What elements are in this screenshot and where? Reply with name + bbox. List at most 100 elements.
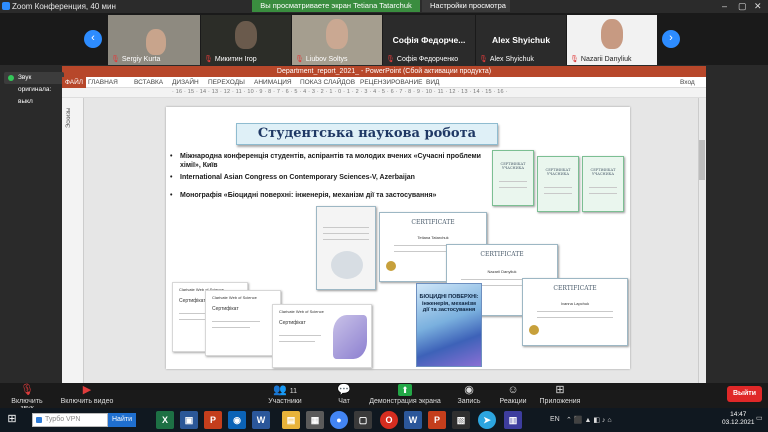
view-options-label: Настройки просмотра — [430, 1, 506, 10]
participant-tile-6[interactable]: 🎙 Nazarii Danyliuk — [567, 15, 657, 65]
excel-icon[interactable]: X — [156, 411, 174, 429]
tray-icons[interactable]: ⌃ ⬛ ▲ ◧ ♪ ⌂ — [566, 416, 612, 424]
powerpoint-icon[interactable]: P — [204, 411, 222, 429]
seal-icon — [386, 261, 396, 271]
taskbar-clock[interactable]: 14:47 03.12.2021 — [722, 411, 755, 427]
share-screen-icon: ⬆ — [398, 384, 412, 396]
participant-tile-5[interactable]: Alex Shyichuk 🎙 Alex Shyichuk — [476, 15, 566, 65]
participant-video — [601, 19, 623, 49]
emblem-icon — [331, 251, 363, 279]
original-sound-notice[interactable]: Звук оригинала: выкл — [4, 72, 64, 105]
participant-name: Alex Shyichuk — [489, 56, 534, 63]
reactions-button[interactable]: ☺ Реакции — [494, 384, 532, 405]
participants-count: 11 — [289, 388, 298, 395]
participant-name: Софія Федорченко — [396, 56, 459, 63]
participant-video — [326, 19, 348, 49]
horizontal-ruler: · 16 · 15 · 14 · 13 · 12 · 11 · 10 · 9 ·… — [62, 88, 706, 98]
taskbar-search-input[interactable]: Турбо VPN — [32, 413, 108, 427]
tab-design[interactable]: ДИЗАЙН — [172, 79, 199, 86]
certificate-name: Ivanna Lapchuk — [560, 301, 590, 306]
participant-display-name: Alex Shyichuk — [491, 35, 551, 45]
participant-tile-4[interactable]: Софія Федорче... 🎙 Софія Федорченко — [383, 15, 475, 65]
chrome-icon[interactable]: ● — [330, 411, 348, 429]
ribbon-tabs: ФАЙЛ ГЛАВНАЯ ВСТАВКА ДИЗАЙН ПЕРЕХОДЫ АНИ… — [62, 77, 706, 88]
leave-button[interactable]: Выйти — [727, 386, 762, 402]
sharing-banner: Вы просматриваете экран Tetiana Tatarchu… — [252, 0, 420, 12]
tab-file[interactable]: ФАЙЛ — [62, 77, 87, 88]
participant-tile-1[interactable]: 🎙 Sergiy Kurta — [108, 15, 200, 65]
maximize-icon[interactable]: ▢ — [738, 1, 747, 12]
record-button[interactable]: ◉ Запись — [452, 384, 486, 405]
monograph-cover: БІОЦИДНІ ПОВЕРХНІ: інженерія, механізм д… — [416, 283, 482, 367]
reactions-icon: ☺ — [507, 384, 519, 396]
certificate-name: Tetiana Tatarchuk — [417, 235, 449, 240]
close-icon[interactable]: ✕ — [754, 1, 762, 12]
tab-transitions[interactable]: ПЕРЕХОДЫ — [208, 79, 245, 86]
login-link[interactable]: Вход — [680, 79, 695, 86]
strip-prev-button[interactable]: ‹ — [84, 30, 102, 48]
windows-start-icon[interactable]: ⊞ — [4, 412, 20, 428]
bullet-text: Міжнародна конференція студентів, аспіра… — [180, 153, 481, 169]
share-screen-button[interactable]: ⬆ Демонстрация экрана — [366, 384, 444, 405]
language-indicator[interactable]: EN — [550, 416, 560, 423]
participant-tile-3[interactable]: 🎙 Liubov Soltys — [292, 15, 382, 65]
apps-icon: ⊞ — [555, 384, 565, 396]
zoom-taskbar-icon[interactable]: ◉ — [228, 411, 246, 429]
chat-button[interactable]: 💬 Чат — [326, 384, 362, 405]
chat-icon: 💬 — [337, 384, 351, 396]
tab-slideshow[interactable]: ПОКАЗ СЛАЙДОВ — [300, 79, 355, 86]
participant-certificate: СЕРТИФІКАТ УЧАСНИКА — [492, 150, 534, 206]
wos-graphic — [333, 315, 367, 359]
participant-display-name: Софія Федорче... — [392, 35, 466, 45]
window-title: Zoom Конференция, 40 мин — [12, 2, 116, 11]
app-icon[interactable]: ▦ — [306, 411, 324, 429]
app-icon[interactable]: ▢ — [354, 411, 372, 429]
folder-icon[interactable]: ▤ — [282, 411, 300, 429]
telegram-icon[interactable]: ➤ — [478, 411, 496, 429]
congress-certificate: CERTIFICATE Ivanna Lapchuk — [522, 278, 628, 346]
mic-muted-icon: 🎙 — [20, 384, 34, 396]
participants-button[interactable]: 👥 11 Участники — [262, 384, 308, 405]
scrollbar-thumb[interactable] — [699, 140, 705, 180]
slides-pane-label: Эскизы — [66, 107, 72, 128]
opera-icon[interactable]: O — [380, 411, 398, 429]
chevron-left-icon: ‹ — [91, 32, 95, 44]
strip-next-button[interactable]: › — [662, 30, 680, 48]
clock-time: 14:47 — [730, 411, 747, 418]
wos-certificate: Clarivate Web of Science Сертифікат — [272, 304, 372, 368]
view-options-button[interactable]: Настройки просмотра ⌄ — [422, 0, 510, 22]
tab-home[interactable]: ГЛАВНАЯ — [88, 79, 118, 86]
mic-off-icon: 🎙 — [204, 56, 213, 63]
tab-animation[interactable]: АНИМАЦИЯ — [254, 79, 292, 86]
clock-date: 03.12.2021 — [722, 419, 755, 426]
powerpoint-icon[interactable]: P — [428, 411, 446, 429]
apps-button[interactable]: ⊞ Приложения — [536, 384, 584, 405]
tab-insert[interactable]: ВСТАВКА — [134, 79, 163, 86]
bullet-text: International Asian Congress on Contempo… — [180, 174, 415, 181]
word-icon[interactable]: W — [404, 411, 422, 429]
ruler-ticks: · 16 · 15 · 14 · 13 · 12 · 11 · 10 · 9 ·… — [172, 89, 508, 95]
app-icon[interactable]: ▧ — [452, 411, 470, 429]
taskbar-search-button[interactable]: Найти — [108, 413, 136, 427]
tab-review[interactable]: РЕЦЕНЗИРОВАНИЕ — [360, 79, 423, 86]
notifications-icon[interactable]: ▭ — [756, 414, 763, 422]
participant-tile-2[interactable]: 🎙 Микитин Ігор — [201, 15, 291, 65]
tab-view[interactable]: ВИД — [426, 79, 439, 86]
app-icon[interactable]: ▣ — [180, 411, 198, 429]
participant-name: Nazarii Danyliuk — [580, 56, 632, 63]
mic-off-icon: 🎙 — [570, 56, 579, 63]
start-video-button[interactable]: ▶ Включить видео — [56, 384, 118, 405]
word-icon[interactable]: W — [252, 411, 270, 429]
bullet-item: • Монографія «Біоцидні поверхні: інженері… — [170, 192, 437, 199]
mic-off-icon: 🎙 — [111, 56, 120, 63]
conference-program — [316, 206, 376, 290]
bullet-item: • International Asian Congress on Contemp… — [170, 174, 415, 181]
video-off-icon: ▶ — [82, 384, 92, 396]
participant-name: Sergiy Kurta — [121, 56, 161, 63]
zoom-window: Zoom Конференция, 40 мин Вы просматривае… — [0, 0, 768, 432]
minimize-icon[interactable]: – — [722, 1, 727, 11]
wos-certificate: Clarivate Web of Science Сертифікат — [205, 290, 281, 356]
certificate-name: Nazarii Danyliuk — [487, 269, 517, 274]
slides-pane[interactable] — [62, 98, 84, 383]
app-icon[interactable]: ▥ — [504, 411, 522, 429]
